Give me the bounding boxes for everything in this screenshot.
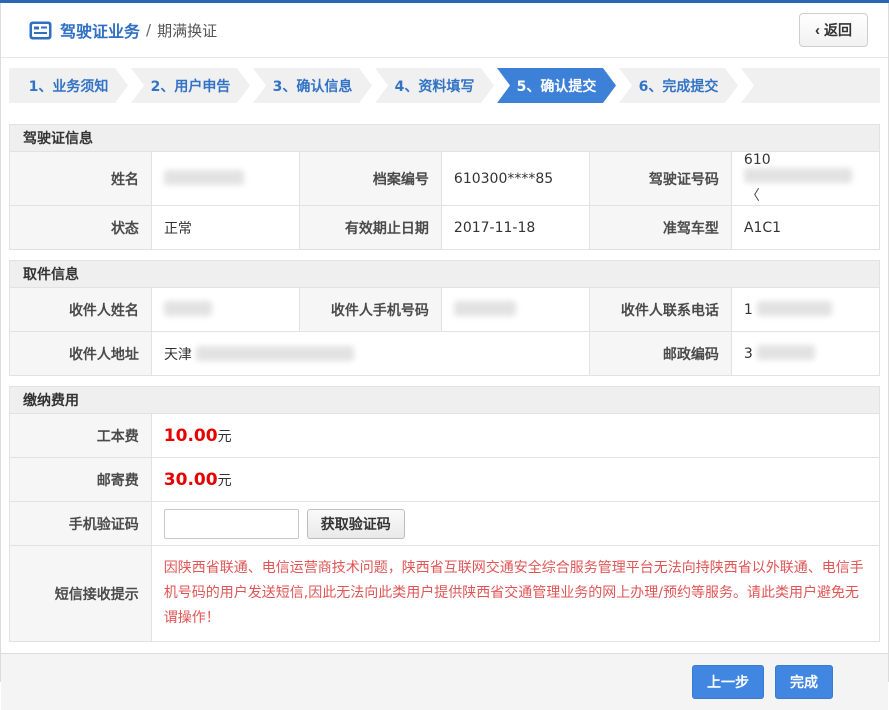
mailing-fee-unit: 元 bbox=[218, 473, 232, 489]
license-number-label: 驾驶证号码 bbox=[589, 152, 731, 206]
postal-code-prefix: 3 bbox=[744, 346, 753, 362]
step-5-confirm-submit[interactable]: 5、确认提交 bbox=[497, 68, 616, 103]
postal-code-value: 3 bbox=[731, 332, 879, 376]
captcha-input[interactable] bbox=[164, 509, 299, 539]
recipient-phone-prefix: 1 bbox=[744, 302, 753, 318]
table-row: 手机验证码 获取验证码 bbox=[10, 502, 880, 546]
status-label: 状态 bbox=[10, 206, 152, 250]
section-title-row: 驾驶证信息 bbox=[10, 125, 880, 152]
section-title-pickup-info: 取件信息 bbox=[10, 261, 880, 288]
status-value: 正常 bbox=[151, 206, 299, 250]
table-row: 收件人地址 天津 邮政编码 3 bbox=[10, 332, 880, 376]
valid-until-label: 有效期止日期 bbox=[299, 206, 441, 250]
captcha-cell: 获取验证码 bbox=[151, 502, 879, 546]
license-info-section: 驾驶证信息 姓名 档案编号 610300****85 驾驶证号码 610 〈 状… bbox=[9, 124, 880, 250]
name-label: 姓名 bbox=[10, 152, 152, 206]
previous-step-button[interactable]: 上一步 bbox=[692, 665, 764, 699]
breadcrumb-current: 期满换证 bbox=[157, 20, 217, 41]
section-title-row: 取件信息 bbox=[10, 261, 880, 288]
recipient-address-value: 天津 bbox=[151, 332, 589, 376]
step-4-fill-data[interactable]: 4、资料填写 bbox=[375, 68, 494, 103]
back-button[interactable]: ‹ 返回 bbox=[799, 13, 868, 47]
captcha-label: 手机验证码 bbox=[10, 502, 152, 546]
section-title-license-info: 驾驶证信息 bbox=[10, 125, 880, 152]
license-number-value: 610 〈 bbox=[731, 152, 879, 206]
table-row: 姓名 档案编号 610300****85 驾驶证号码 610 〈 bbox=[10, 152, 880, 206]
name-value bbox=[151, 152, 299, 206]
redaction-blur bbox=[164, 301, 212, 316]
fees-table: 缴纳费用 工本费 10.00元 邮寄费 30.00元 手机验证码 bbox=[9, 386, 880, 642]
page-title: 驾驶证业务 bbox=[60, 18, 140, 42]
recipient-phone-label: 收件人联系电话 bbox=[589, 288, 731, 332]
recipient-mobile-value bbox=[441, 288, 589, 332]
back-button-label: 返回 bbox=[824, 20, 852, 40]
section-title-fees: 缴纳费用 bbox=[10, 387, 880, 414]
sms-notice-text: 因陕西省联通、电信运营商技术问题，陕西省互联网交通安全综合服务管理平台无法向持陕… bbox=[164, 554, 867, 633]
table-row: 收件人姓名 收件人手机号码 收件人联系电话 1 bbox=[10, 288, 880, 332]
valid-until-value: 2017-11-18 bbox=[441, 206, 589, 250]
chevron-left-icon: ‹ bbox=[815, 23, 820, 38]
page-header: 驾驶证业务 / 期满换证 ‹ 返回 bbox=[1, 3, 888, 58]
redaction-blur bbox=[757, 345, 815, 360]
file-number-label: 档案编号 bbox=[299, 152, 441, 206]
production-fee-unit: 元 bbox=[218, 429, 232, 445]
table-row: 邮寄费 30.00元 bbox=[10, 458, 880, 502]
finish-button[interactable]: 完成 bbox=[775, 665, 833, 699]
recipient-phone-value: 1 bbox=[731, 288, 879, 332]
recipient-mobile-label: 收件人手机号码 bbox=[299, 288, 441, 332]
pickup-info-section: 取件信息 收件人姓名 收件人手机号码 收件人联系电话 1 收件人地址 天津 bbox=[9, 260, 880, 376]
step-3-confirm-info[interactable]: 3、确认信息 bbox=[253, 68, 372, 103]
mailing-fee-value: 30.00元 bbox=[151, 458, 879, 502]
redaction-blur bbox=[757, 301, 832, 316]
redaction-blur bbox=[164, 170, 244, 185]
get-code-button[interactable]: 获取验证码 bbox=[307, 509, 405, 539]
id-card-icon bbox=[29, 21, 52, 40]
vehicle-class-value: A1C1 bbox=[731, 206, 879, 250]
license-number-suffix: 〈 bbox=[746, 188, 760, 204]
license-number-prefix: 610 bbox=[744, 152, 771, 168]
recipient-name-label: 收件人姓名 bbox=[10, 288, 152, 332]
mailing-fee-label: 邮寄费 bbox=[10, 458, 152, 502]
file-number-value: 610300****85 bbox=[441, 152, 589, 206]
page-container: 驾驶证业务 / 期满换证 ‹ 返回 1、业务须知 2、用户申告 3、确认信息 4… bbox=[0, 3, 889, 682]
production-fee-label: 工本费 bbox=[10, 414, 152, 458]
table-row: 状态 正常 有效期止日期 2017-11-18 准驾车型 A1C1 bbox=[10, 206, 880, 250]
recipient-address-prefix: 天津 bbox=[164, 347, 192, 363]
mailing-fee-amount: 30.00 bbox=[164, 470, 218, 490]
vehicle-class-label: 准驾车型 bbox=[589, 206, 731, 250]
sms-notice-cell: 因陕西省联通、电信运营商技术问题，陕西省互联网交通安全综合服务管理平台无法向持陕… bbox=[151, 546, 879, 642]
section-title-row: 缴纳费用 bbox=[10, 387, 880, 414]
license-info-table: 驾驶证信息 姓名 档案编号 610300****85 驾驶证号码 610 〈 状… bbox=[9, 124, 880, 250]
redaction-blur bbox=[744, 168, 852, 183]
recipient-address-label: 收件人地址 bbox=[10, 332, 152, 376]
production-fee-amount: 10.00 bbox=[164, 426, 218, 446]
recipient-name-value bbox=[151, 288, 299, 332]
breadcrumb-divider: / bbox=[146, 21, 151, 39]
pickup-info-table: 取件信息 收件人姓名 收件人手机号码 收件人联系电话 1 收件人地址 天津 bbox=[9, 260, 880, 376]
step-6-complete-submit[interactable]: 6、完成提交 bbox=[619, 68, 738, 103]
step-wizard: 1、业务须知 2、用户申告 3、确认信息 4、资料填写 5、确认提交 6、完成提… bbox=[9, 68, 880, 103]
step-wizard-filler bbox=[741, 68, 880, 103]
step-2-user-declaration[interactable]: 2、用户申告 bbox=[131, 68, 250, 103]
step-1-business-notice[interactable]: 1、业务须知 bbox=[9, 68, 128, 103]
redaction-blur bbox=[196, 346, 354, 361]
table-row: 短信接收提示 因陕西省联通、电信运营商技术问题，陕西省互联网交通安全综合服务管理… bbox=[10, 546, 880, 642]
production-fee-value: 10.00元 bbox=[151, 414, 879, 458]
table-row: 工本费 10.00元 bbox=[10, 414, 880, 458]
fees-section: 缴纳费用 工本费 10.00元 邮寄费 30.00元 手机验证码 bbox=[9, 386, 880, 642]
sms-notice-label: 短信接收提示 bbox=[10, 546, 152, 642]
postal-code-label: 邮政编码 bbox=[589, 332, 731, 376]
redaction-blur bbox=[454, 301, 516, 316]
